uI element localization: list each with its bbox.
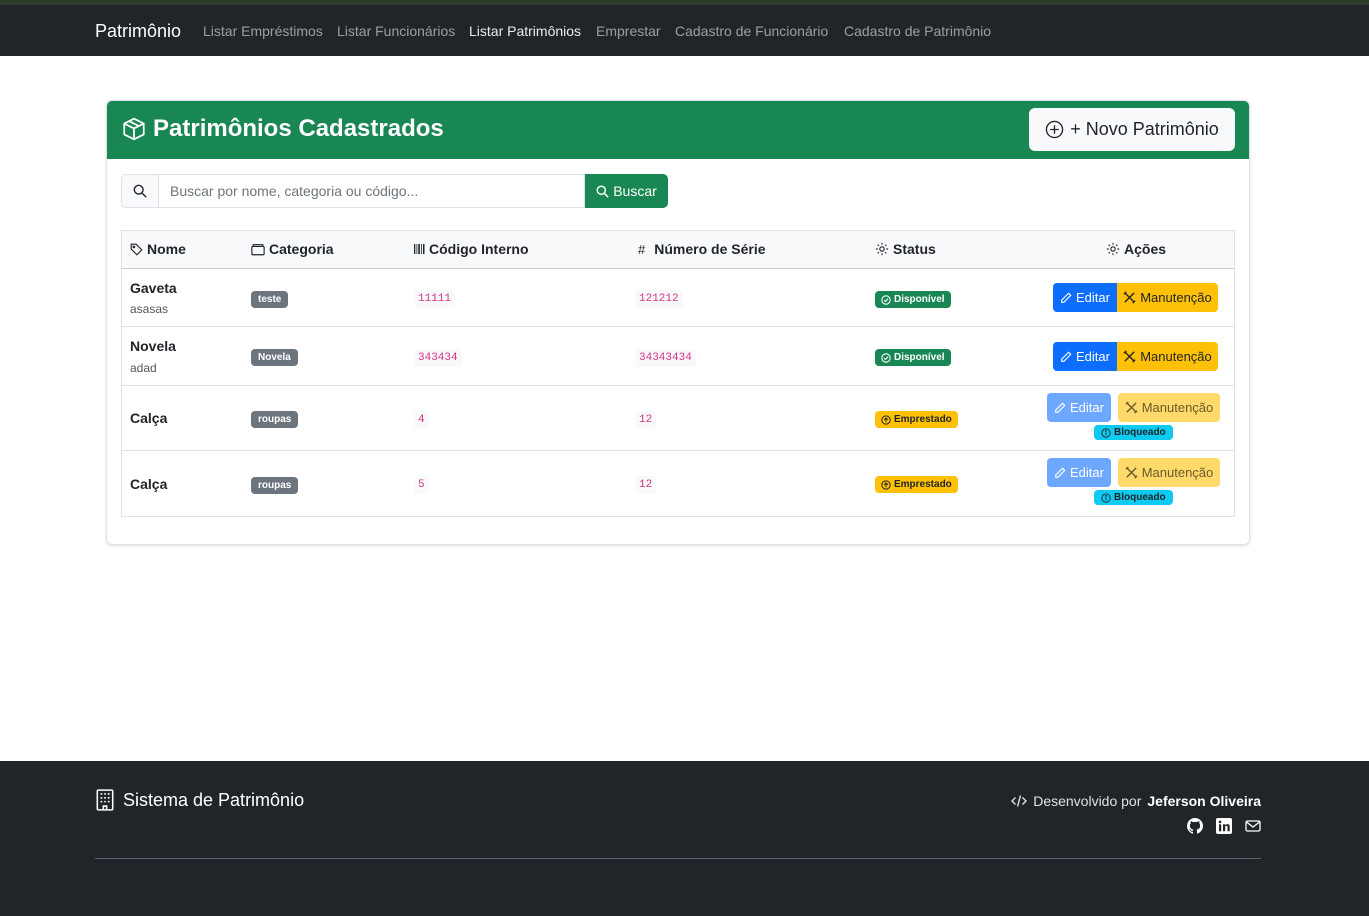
internal-code: 343434 <box>414 349 462 367</box>
gear-icon <box>875 242 889 256</box>
github-icon[interactable] <box>1187 818 1203 834</box>
box-icon <box>121 116 147 142</box>
tools-icon <box>1125 401 1138 414</box>
card-header: Patrimônios Cadastrados + Novo Patrimôni… <box>107 101 1249 159</box>
header-category: Categoria <box>251 241 334 257</box>
nav-link-listar-funcionarios[interactable]: Listar Funcionários <box>337 23 455 39</box>
category-badge: roupas <box>251 411 299 428</box>
maintenance-button-disabled: Manutenção <box>1118 458 1220 487</box>
tools-icon <box>1123 291 1136 304</box>
blocked-badge: Bloqueado <box>1094 425 1173 440</box>
internal-code: 11111 <box>414 290 456 308</box>
barcode-icon <box>414 244 425 254</box>
serial-number: 34343434 <box>635 349 696 367</box>
asset-description: adad <box>130 361 157 375</box>
arrow-up-circle-icon <box>881 414 891 425</box>
developer-credit: Desenvolvido por Jeferson Oliveira <box>1011 793 1261 809</box>
gear-icon <box>1106 242 1120 256</box>
pencil-icon <box>1060 291 1072 304</box>
footer-brand: Sistema de Patrimônio <box>95 789 304 811</box>
edit-button[interactable]: Editar <box>1053 342 1117 371</box>
card-title: Patrimônios Cadastrados <box>121 115 444 143</box>
header-name: Nome <box>130 241 186 257</box>
header-actions: Ações <box>1106 241 1166 257</box>
assets-table: Nome Categoria Código Interno # Número d… <box>121 230 1235 517</box>
header-serial: # Número de Série <box>638 241 766 257</box>
status-badge: Emprestado <box>875 476 958 493</box>
table-row: Novela adad Novela 343434 34343434 Dispo… <box>122 327 1234 386</box>
code-slash-icon <box>1011 794 1028 808</box>
status-badge: Disponível <box>875 291 951 308</box>
nav-link-cadastro-funcionario[interactable]: Cadastro de Funcionário <box>675 23 828 39</box>
search-button[interactable]: Buscar <box>585 174 668 208</box>
table-header: Nome Categoria Código Interno # Número d… <box>122 231 1234 269</box>
info-circle-icon <box>1101 427 1111 438</box>
footer: Sistema de Patrimônio Desenvolvido por J… <box>0 761 1369 916</box>
serial-number: 12 <box>635 411 657 429</box>
maintenance-button[interactable]: Manutenção <box>1117 283 1218 312</box>
asset-name: Gaveta <box>130 280 177 296</box>
new-asset-button-label: + Novo Patrimônio <box>1070 119 1219 139</box>
navbar: Patrimônio Listar Empréstimos Listar Fun… <box>0 5 1369 56</box>
search-input[interactable] <box>159 174 585 208</box>
arrow-up-circle-icon <box>881 479 891 490</box>
nav-link-listar-emprestimos[interactable]: Listar Empréstimos <box>203 23 323 39</box>
pencil-icon <box>1060 350 1072 363</box>
table-row: Calça roupas 4 12 Emprestado Editar Manu… <box>122 386 1234 451</box>
footer-brand-text: Sistema de Patrimônio <box>123 789 305 810</box>
edit-button-disabled: Editar <box>1047 393 1111 422</box>
status-badge: Disponível <box>875 349 951 366</box>
tools-icon <box>1123 350 1136 363</box>
edit-button-disabled: Editar <box>1047 458 1111 487</box>
asset-name: Calça <box>130 410 168 426</box>
edit-button[interactable]: Editar <box>1053 283 1117 312</box>
check-circle-icon <box>881 352 891 363</box>
info-circle-icon <box>1101 492 1111 503</box>
new-asset-button[interactable]: + Novo Patrimônio <box>1029 108 1235 151</box>
asset-name: Novela <box>130 338 176 354</box>
pencil-icon <box>1054 401 1066 414</box>
asset-name: Calça <box>130 476 168 492</box>
nav-link-cadastro-patrimonio[interactable]: Cadastro de Patrimônio <box>844 23 991 39</box>
maintenance-button-disabled: Manutenção <box>1118 393 1220 422</box>
serial-number: 121212 <box>635 290 683 308</box>
header-code: Código Interno <box>414 241 529 257</box>
search-group: Buscar <box>121 174 668 208</box>
developer-prefix: Desenvolvido por <box>1033 793 1142 809</box>
table-row: Gaveta asasas teste 11111 121212 Disponí… <box>122 269 1234 327</box>
asset-description: asasas <box>130 302 169 316</box>
blocked-badge: Bloqueado <box>1094 490 1173 505</box>
nav-link-emprestar[interactable]: Emprestar <box>596 23 661 39</box>
pencil-icon <box>1054 466 1066 479</box>
hash-icon: # <box>638 241 646 257</box>
internal-code: 5 <box>414 476 429 494</box>
building-icon <box>95 789 115 811</box>
tools-icon <box>1125 466 1138 479</box>
search-button-label: Buscar <box>613 183 657 199</box>
footer-divider <box>95 858 1261 859</box>
category-badge: roupas <box>251 477 299 494</box>
envelope-icon[interactable] <box>1245 818 1261 834</box>
navbar-brand[interactable]: Patrimônio <box>95 21 181 42</box>
card-title-text: Patrimônios Cadastrados <box>153 115 444 142</box>
status-badge: Emprestado <box>875 411 958 428</box>
category-badge: teste <box>251 291 289 308</box>
tag-icon <box>130 243 143 256</box>
serial-number: 12 <box>635 476 657 494</box>
nav-link-listar-patrimonios[interactable]: Listar Patrimônios <box>469 23 581 39</box>
folder-icon <box>251 243 265 256</box>
linkedin-icon[interactable] <box>1216 818 1232 834</box>
table-row: Calça roupas 5 12 Emprestado Editar Manu… <box>122 451 1234 516</box>
category-badge: Novela <box>251 349 298 366</box>
maintenance-button[interactable]: Manutenção <box>1117 342 1218 371</box>
developer-name: Jeferson Oliveira <box>1147 793 1261 809</box>
search-button-icon <box>596 184 609 198</box>
social-links <box>1187 818 1261 834</box>
plus-circle-icon <box>1045 120 1064 139</box>
check-circle-icon <box>881 294 891 305</box>
internal-code: 4 <box>414 411 429 429</box>
header-status: Status <box>875 241 936 257</box>
assets-card: Patrimônios Cadastrados + Novo Patrimôni… <box>106 100 1250 545</box>
search-icon <box>121 174 159 208</box>
